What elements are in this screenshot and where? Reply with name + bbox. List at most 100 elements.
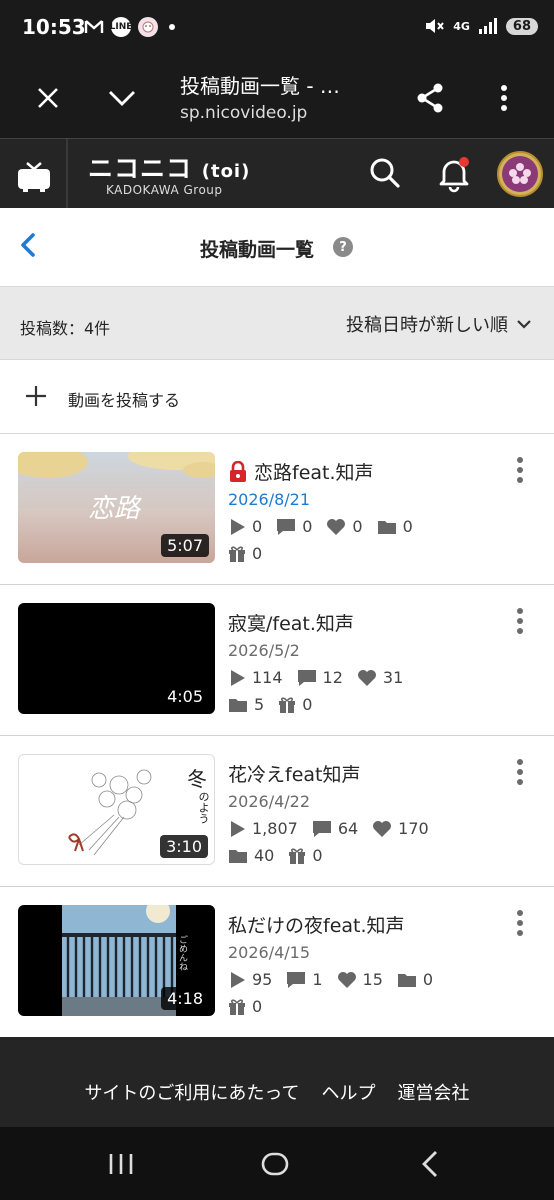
video-duration: 3:10	[160, 835, 208, 858]
video-title-row[interactable]: 恋路feat.知声	[228, 458, 374, 485]
video-thumbnail[interactable]: 恋路 5:07	[18, 452, 215, 563]
footer-links: サイトのご利用にあたって ヘルプ 運営会社	[0, 1079, 554, 1105]
heart-icon	[373, 820, 392, 837]
gift-count: 0	[252, 544, 263, 563]
close-icon[interactable]	[28, 78, 68, 118]
like-count: 31	[382, 668, 404, 687]
video-stats-secondary: 0	[228, 997, 262, 1016]
folder-icon	[397, 973, 416, 987]
video-item[interactable]: ごめんね 4:18 私だけの夜feat.知声 2026/4/15 95 1 15…	[0, 887, 554, 1038]
footer-link-terms[interactable]: サイトのご利用にあたって	[84, 1079, 299, 1105]
comment-count: 0	[302, 517, 313, 536]
home-icon[interactable]	[258, 1147, 292, 1181]
back-arrow-icon[interactable]	[14, 230, 44, 260]
logo-text: ニコニコ	[88, 154, 193, 183]
thumbnail-text: 恋路	[88, 494, 141, 524]
tv-menu-icon[interactable]	[14, 155, 54, 195]
gift-count: 0	[252, 997, 263, 1016]
mylist-count: 40	[254, 846, 275, 865]
recent-apps-icon[interactable]	[104, 1147, 138, 1181]
video-stats-secondary: 0	[228, 544, 262, 563]
browser-menu-icon[interactable]	[484, 78, 524, 118]
folder-icon	[229, 849, 247, 863]
video-item[interactable]: 冬 のよう 3:10 花冷えfeat知声 2026/4/22 1,807 64 …	[0, 736, 554, 887]
more-options-icon[interactable]	[510, 909, 530, 937]
view-count: 0	[252, 517, 263, 536]
avatar-image	[502, 156, 538, 192]
status-time: 10:53	[22, 15, 86, 39]
line-icon: LINE	[110, 17, 132, 37]
view-count: 1,807	[252, 819, 298, 838]
video-duration: 4:05	[161, 685, 209, 708]
count-sort-bar: 投稿数：4件 投稿日時が新しい順	[0, 286, 554, 360]
heart-icon	[327, 518, 346, 535]
bell-icon[interactable]	[434, 153, 474, 193]
search-icon[interactable]	[366, 154, 404, 192]
signal-icon	[478, 18, 497, 34]
video-duration: 5:07	[161, 534, 209, 557]
gift-icon	[279, 696, 296, 713]
more-options-icon[interactable]	[510, 456, 530, 484]
browser-page-title[interactable]: 投稿動画一覧 - …	[180, 70, 340, 99]
heart-icon	[337, 971, 356, 988]
comment-count: 1	[312, 970, 323, 989]
niconico-logo[interactable]: ニコニコ (toi)	[88, 149, 250, 185]
sort-label: 投稿日時が新しい順	[346, 315, 508, 336]
more-notifications-dot	[169, 24, 175, 30]
video-list: 恋路 5:07 恋路feat.知声 2026/8/21 0 0 0 0 0 4:…	[0, 434, 554, 1038]
thumbnail-text: ごめんね	[177, 935, 187, 971]
share-icon[interactable]	[410, 78, 450, 118]
logo-suffix: (toi)	[201, 161, 251, 182]
footer-link-company[interactable]: 運営会社	[398, 1079, 470, 1105]
avatar[interactable]	[497, 151, 543, 197]
mute-icon	[426, 19, 444, 33]
gift-icon	[229, 998, 245, 1015]
video-item[interactable]: 4:05 寂寞/feat.知声 2026/5/2 114 12 31 5 0	[0, 585, 554, 736]
video-title-row[interactable]: 私だけの夜feat.知声	[228, 911, 405, 938]
video-stats: 1,807 64 170	[228, 819, 429, 838]
video-stats: 114 12 31	[228, 668, 403, 687]
sort-dropdown[interactable]: 投稿日時が新しい順	[346, 311, 532, 337]
play-icon	[231, 820, 245, 837]
browser-url[interactable]: sp.nicovideo.jp	[180, 103, 307, 123]
footer-link-help[interactable]: ヘルプ	[322, 1079, 376, 1105]
video-date: 2026/4/22	[228, 792, 311, 811]
view-count: 95	[252, 970, 273, 989]
video-date: 2026/8/21	[228, 490, 311, 509]
video-stats-secondary: 5 0	[228, 695, 312, 714]
back-icon[interactable]	[414, 1147, 448, 1181]
upload-video-label: 動画を投稿する	[68, 391, 181, 410]
video-title: 寂寞/feat.知声	[228, 613, 354, 635]
video-title: 花冷えfeat知声	[228, 764, 361, 786]
video-item[interactable]: 恋路 5:07 恋路feat.知声 2026/8/21 0 0 0 0 0	[0, 434, 554, 585]
heart-icon	[357, 669, 376, 686]
status-bar: 10:53 LINE 4G 68	[0, 0, 554, 56]
video-duration: 4:18	[161, 987, 209, 1010]
video-stats-secondary: 40 0	[228, 846, 323, 865]
app-header: ニコニコ (toi) KADOKAWA Group	[0, 138, 554, 209]
video-date: 2026/5/2	[228, 641, 300, 660]
network-type: 4G	[453, 19, 470, 33]
video-thumbnail[interactable]: 4:05	[18, 603, 215, 714]
like-count: 15	[362, 970, 383, 989]
help-icon[interactable]: ?	[333, 237, 353, 257]
play-icon	[231, 971, 245, 988]
logo-subtitle: KADOKAWA Group	[106, 183, 223, 197]
video-title-row[interactable]: 寂寞/feat.知声	[228, 609, 354, 636]
video-thumbnail[interactable]: ごめんね 4:18	[18, 905, 215, 1016]
comment-count: 64	[337, 819, 359, 838]
video-title-row[interactable]: 花冷えfeat知声	[228, 760, 360, 787]
mylist-count: 0	[422, 970, 434, 989]
upload-video-button[interactable]: 動画を投稿する	[0, 360, 554, 434]
more-options-icon[interactable]	[510, 758, 530, 786]
thumbnail-text: 冬	[187, 767, 207, 791]
mylist-count: 0	[402, 517, 413, 536]
header-divider	[66, 139, 68, 209]
mylist-count: 5	[254, 695, 265, 714]
video-title: 恋路feat.知声	[254, 462, 374, 484]
plus-icon	[24, 384, 48, 408]
video-thumbnail[interactable]: 冬 のよう 3:10	[18, 754, 215, 865]
more-options-icon[interactable]	[510, 607, 530, 635]
app-icon	[138, 17, 158, 37]
chevron-down-icon[interactable]	[102, 78, 142, 118]
